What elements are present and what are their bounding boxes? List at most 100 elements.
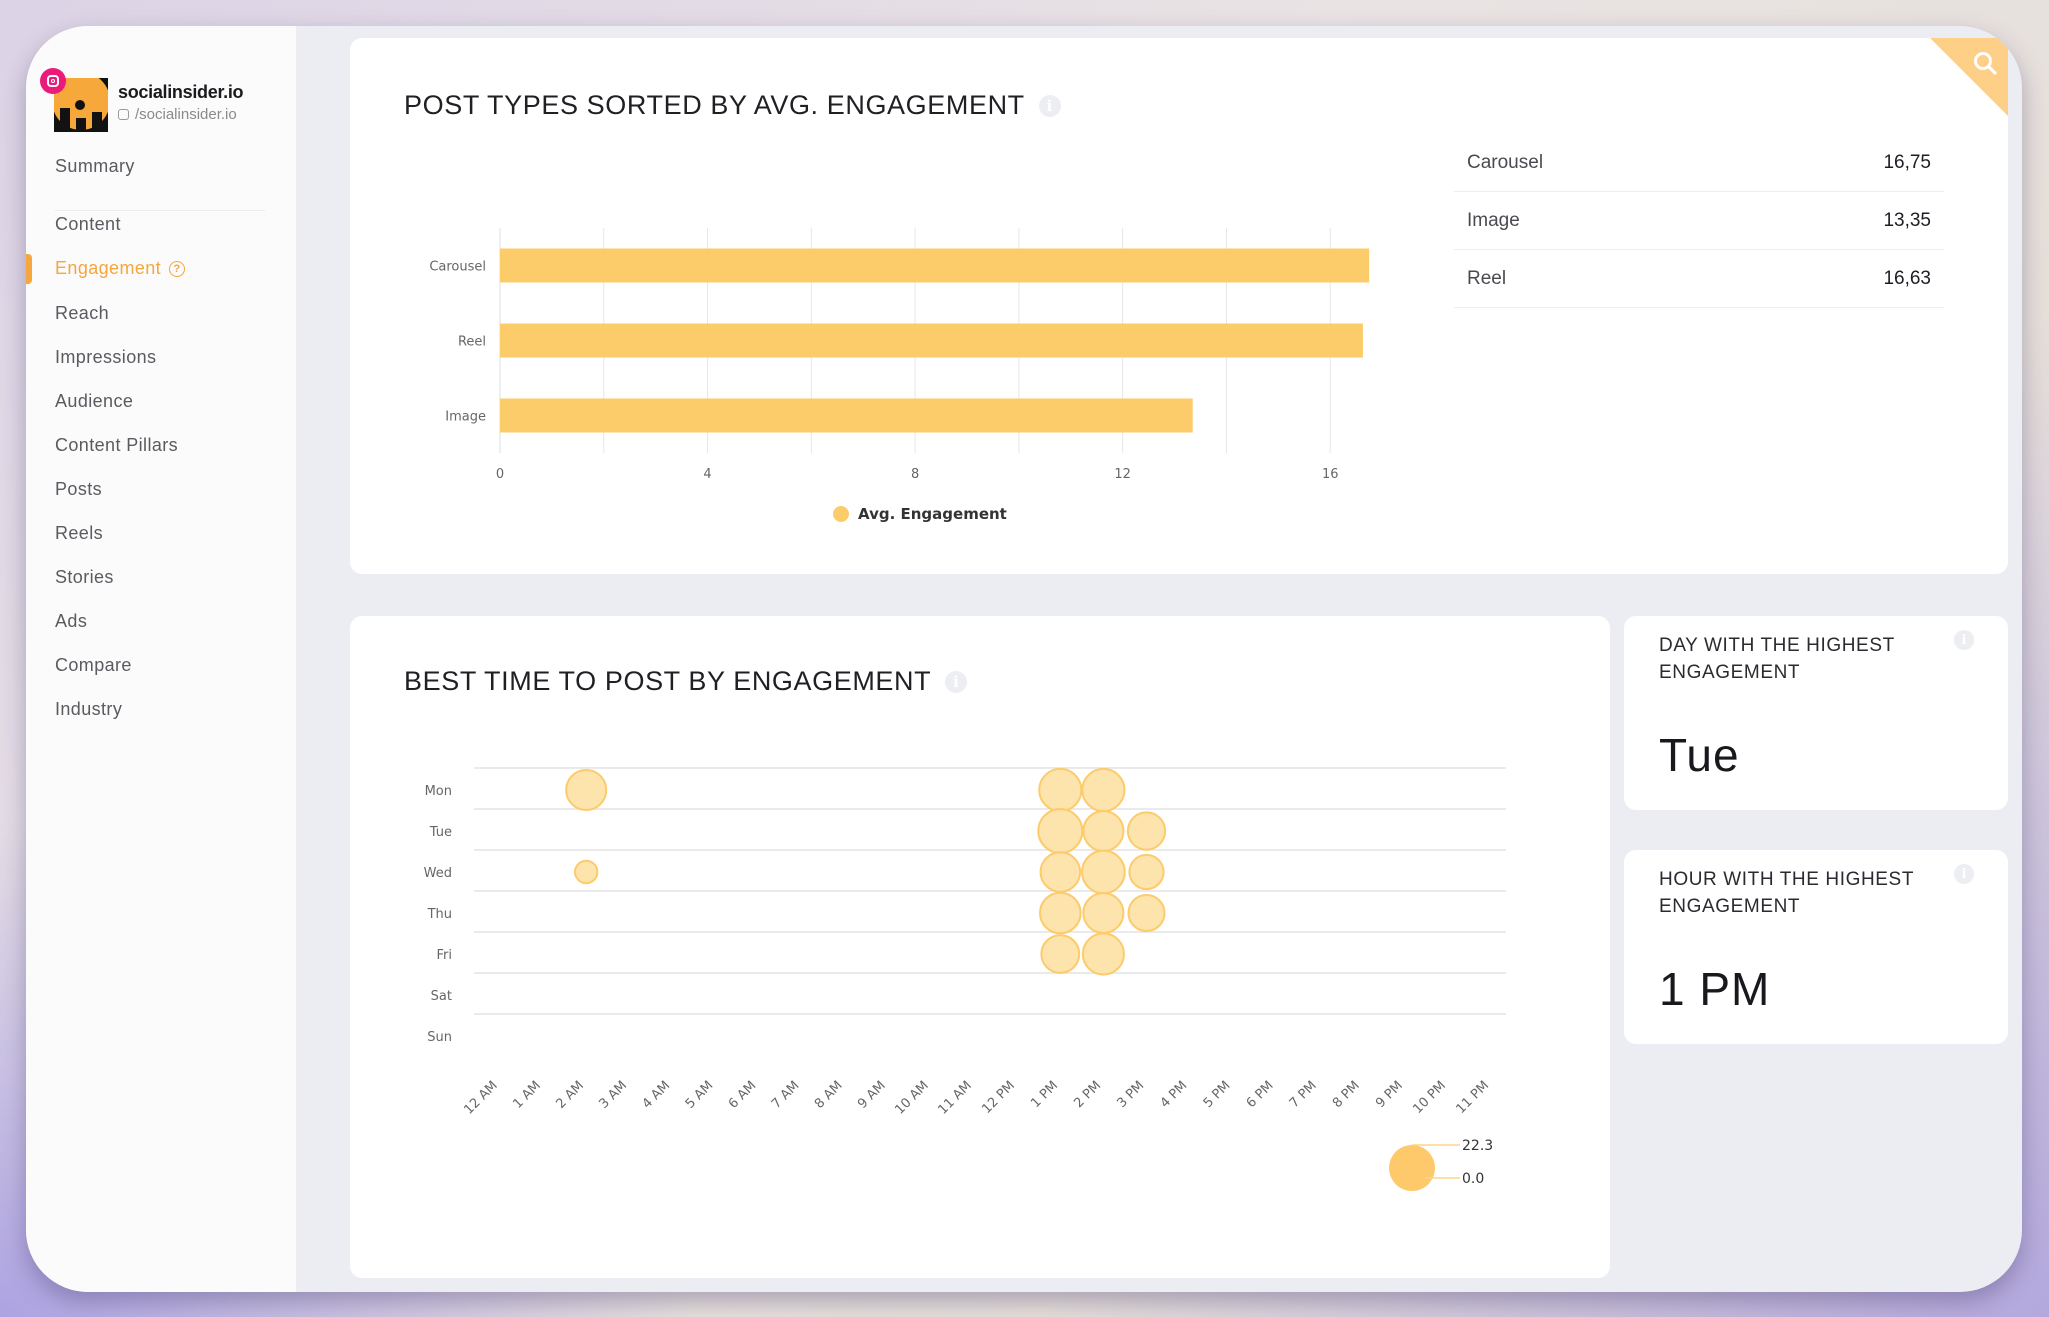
y-tick-label: Sat xyxy=(431,989,452,1004)
table-row: Image 13,35 xyxy=(1454,192,1944,250)
brand-handle: /socialinsider.io xyxy=(118,106,237,123)
sidebar-item-impressions[interactable]: Impressions xyxy=(55,347,156,368)
post-types-table: Carousel 16,75 Image 13,35 Reel 16,63 xyxy=(1454,134,1944,308)
sidebar-item-stories[interactable]: Stories xyxy=(55,567,114,588)
best-time-card: BEST TIME TO POST BY ENGAGEMENT i Mon Tue… xyxy=(350,616,1610,1278)
sidebar-item-label: Compare xyxy=(55,655,132,675)
legend-marker xyxy=(833,506,849,522)
help-icon[interactable]: ? xyxy=(169,261,186,278)
sidebar-item-content-pillars[interactable]: Content Pillars xyxy=(55,435,178,456)
x-tick-label: 0 xyxy=(496,467,504,482)
x-tick-label: 8 PM xyxy=(1330,1078,1363,1111)
sidebar-item-label: Summary xyxy=(55,156,135,176)
x-tick-label: 9 AM xyxy=(855,1078,889,1112)
row-value: 13,35 xyxy=(1883,209,1931,231)
y-tick-label: Fri xyxy=(437,948,453,963)
x-tick-label: 16 xyxy=(1322,467,1339,482)
sidebar-item-label: Industry xyxy=(55,699,123,719)
y-tick-label: Thu xyxy=(427,907,452,922)
bubble-thu-2pm xyxy=(1082,891,1125,935)
sidebar-item-label: Audience xyxy=(55,391,134,411)
x-tick-label: 8 xyxy=(911,467,919,482)
x-tick-label: 11 AM xyxy=(935,1078,974,1117)
table-row: Carousel 16,75 xyxy=(1454,134,1944,192)
sidebar-item-audience[interactable]: Audience xyxy=(55,391,133,412)
bubble-mon-2pm xyxy=(1081,767,1126,813)
y-tick-label: Mon xyxy=(425,784,452,799)
nav-divider xyxy=(55,210,265,211)
sidebar-item-reels[interactable]: Reels xyxy=(55,523,103,544)
bubble-mon-1pm xyxy=(1038,767,1083,813)
sidebar-item-label: Reels xyxy=(55,523,104,543)
search-icon[interactable] xyxy=(1972,50,1998,76)
row-label: Image xyxy=(1467,209,1520,231)
post-types-bar-chart: Carousel Reel Image 0 4 8 12 16 Avg. Engagement xyxy=(429,228,1370,523)
x-tick-label: 4 PM xyxy=(1158,1078,1191,1111)
sidebar-item-summary[interactable]: Summary xyxy=(55,156,135,177)
bubble-tue-3pm xyxy=(1126,811,1167,851)
x-tick-label: 7 PM xyxy=(1287,1078,1320,1111)
best-time-title: BEST TIME TO POST BY ENGAGEMENT i xyxy=(404,666,968,697)
sidebar-item-engagement[interactable]: Engagement? xyxy=(55,258,186,279)
info-icon[interactable]: i xyxy=(1038,94,1061,117)
x-tick-label: 2 AM xyxy=(553,1078,587,1112)
brand-handle-text: /socialinsider.io xyxy=(135,106,237,123)
x-tick-label: 11 PM xyxy=(1453,1078,1492,1117)
sidebar-item-label: Stories xyxy=(55,567,114,587)
x-tick-label: 6 PM xyxy=(1244,1078,1277,1111)
y-tick-label: Tue xyxy=(429,825,452,840)
brand-header[interactable]: socialinsider.io /socialinsider.io xyxy=(40,54,294,134)
x-tick-label: 9 PM xyxy=(1373,1078,1406,1111)
x-tick-label: 12 AM xyxy=(461,1078,500,1117)
sidebar-item-label: Posts xyxy=(55,479,103,499)
info-icon[interactable]: i xyxy=(945,670,968,693)
bubble-thu-1pm xyxy=(1038,891,1082,935)
bubble-wed-2pm xyxy=(1081,849,1126,895)
day-highest-title: DAY WITH THE HIGHEST ENGAGEMENT xyxy=(1659,635,1895,683)
row-value: 16,63 xyxy=(1883,267,1931,289)
bubble-tue-2pm xyxy=(1082,809,1125,853)
active-indicator xyxy=(26,254,32,284)
hour-highest-card: HOUR WITH THE HIGHEST ENGAGEMENT i 1 PM xyxy=(1624,850,2008,1044)
bubble-tue-1pm xyxy=(1037,808,1084,854)
x-tick-label: 8 AM xyxy=(812,1078,846,1112)
sidebar-item-industry[interactable]: Industry xyxy=(55,699,122,720)
y-tick-label: Carousel xyxy=(429,260,486,275)
table-row: Reel 16,63 xyxy=(1454,250,1944,308)
x-tick-label: 12 xyxy=(1114,467,1131,482)
x-tick-label: 1 AM xyxy=(510,1078,544,1112)
size-legend-max-label: 22.3 xyxy=(1462,1138,1493,1154)
x-tick-label: 5 AM xyxy=(683,1078,717,1112)
bubble-fri-1pm xyxy=(1040,934,1081,974)
x-tick-label: 4 AM xyxy=(640,1078,674,1112)
sidebar-item-label: Engagement xyxy=(55,258,162,278)
y-tick-label: Sun xyxy=(427,1030,452,1045)
info-icon[interactable]: i xyxy=(1954,630,1974,650)
sidebar-item-compare[interactable]: Compare xyxy=(55,655,132,676)
sidebar-item-label: Content Pillars xyxy=(55,435,179,455)
x-tick-label: 1 PM xyxy=(1028,1078,1061,1111)
sidebar-item-label: Ads xyxy=(55,611,88,631)
sidebar-item-label: Impressions xyxy=(55,347,157,367)
info-icon[interactable]: i xyxy=(1954,864,1974,884)
x-tick-label: 7 AM xyxy=(769,1078,803,1112)
sidebar-item-ads[interactable]: Ads xyxy=(55,611,87,632)
best-time-title-text: BEST TIME TO POST BY ENGAGEMENT xyxy=(404,666,932,696)
y-tick-label: Image xyxy=(445,410,486,425)
x-tick-label: 3 AM xyxy=(597,1078,631,1112)
instagram-badge-icon xyxy=(40,68,66,94)
sidebar-item-reach[interactable]: Reach xyxy=(55,303,109,324)
brand-name: socialinsider.io xyxy=(118,82,244,102)
sidebar-item-label: Reach xyxy=(55,303,110,323)
size-legend-min-label: 0.0 xyxy=(1462,1171,1484,1187)
sidebar-item-content[interactable]: Content xyxy=(55,214,121,235)
bubble-wed-3pm xyxy=(1128,853,1165,891)
legend-label: Avg. Engagement xyxy=(858,505,1007,523)
post-types-title: POST TYPES SORTED BY AVG. ENGAGEMENT i xyxy=(404,90,1061,121)
bar-carousel xyxy=(500,248,1370,283)
hour-highest-value: 1 PM xyxy=(1659,963,1771,1015)
day-highest-value: Tue xyxy=(1659,729,1740,781)
sidebar-item-label: Content xyxy=(55,214,121,234)
row-value: 16,75 xyxy=(1883,151,1931,173)
sidebar-item-posts[interactable]: Posts xyxy=(55,479,102,500)
